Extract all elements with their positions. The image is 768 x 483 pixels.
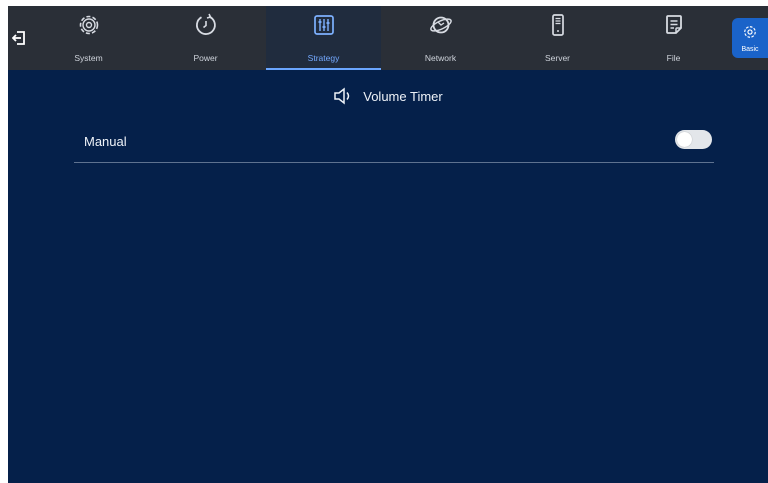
speaker-icon [334,87,350,105]
server-icon [551,14,564,36]
tab-label: File [666,53,681,63]
tab-file[interactable]: File [616,6,731,70]
globe-icon [429,16,452,34]
basic-settings-button[interactable]: Basic [732,18,768,58]
tab-label: Server [544,53,571,63]
back-button[interactable] [8,24,30,52]
tab-label: Network [424,53,457,63]
gear-icon [79,15,98,35]
file-icon [665,15,682,34]
manual-label: Manual [84,134,127,149]
toggle-knob [677,132,692,147]
tab-label: Power [193,53,218,63]
sliders-icon [313,15,334,35]
power-clock-icon [195,13,216,35]
exit-arrow-icon [12,31,25,45]
manual-toggle[interactable] [675,130,712,149]
manual-setting-row: Manual [74,126,714,163]
tab-server[interactable]: Server [500,6,615,70]
tab-strategy[interactable]: Strategy [266,6,381,70]
tab-system[interactable]: System [31,6,146,70]
app-window: System Power Strategy Network Server Fil… [8,6,768,483]
tab-power[interactable]: Power [148,6,263,70]
tab-label: Strategy [307,53,340,63]
section-title: Volume Timer [363,88,443,104]
section-header: Volume Timer [8,86,768,106]
top-navigation-bar: System Power Strategy Network Server Fil… [8,6,768,70]
basic-label: Basic [741,46,759,53]
tab-network[interactable]: Network [383,6,498,70]
active-tab-indicator [266,68,381,70]
tab-label: System [74,53,103,63]
gear-icon [744,26,756,38]
